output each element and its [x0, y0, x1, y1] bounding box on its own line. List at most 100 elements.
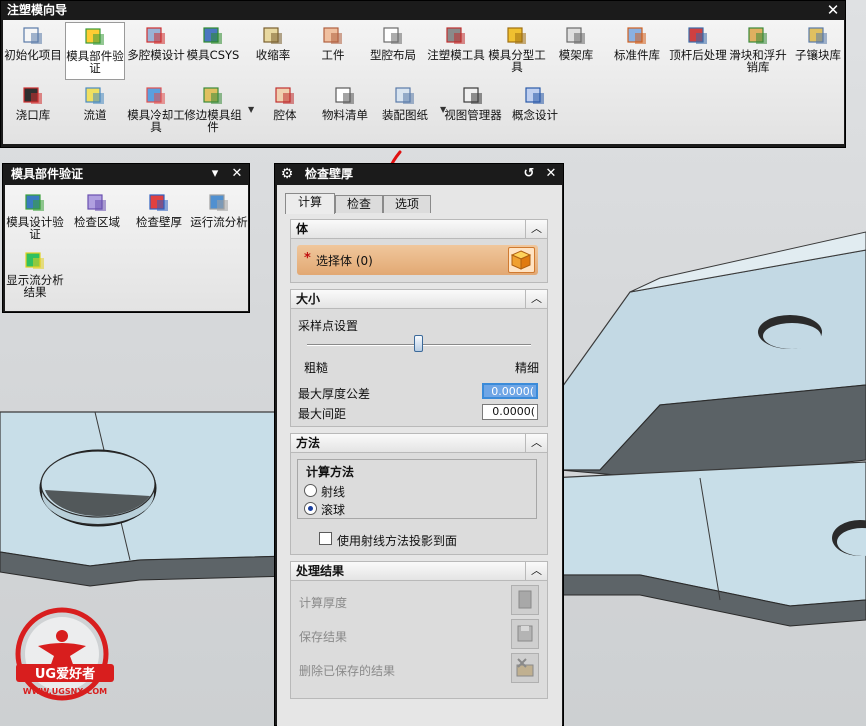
- toolbar-button-bill-of-material[interactable]: 物料清单: [315, 82, 375, 140]
- select-body-button[interactable]: [508, 247, 535, 273]
- save-results-label: 保存结果: [299, 630, 348, 644]
- dialog-title: 检查壁厚: [305, 167, 354, 181]
- calc-method-title: 计算方法: [306, 465, 355, 479]
- calc-thickness-row: 计算厚度: [297, 585, 541, 617]
- radio-rolling-ball-label: 滚球: [321, 503, 346, 517]
- panel-area: 模具设计验证 检查区域 检查壁厚 运行流分析 显示流分析结果: [5, 185, 248, 311]
- use-ray-projection-label: 使用射线方法投影到面: [337, 534, 458, 548]
- toolbar-button-label: 顶杆后处理: [669, 48, 727, 62]
- calc-method-group: 计算方法 射线 滚球: [297, 459, 537, 519]
- toolbar-button-gate-library[interactable]: 浇口库: [3, 82, 63, 140]
- use-ray-projection-checkbox[interactable]: [319, 532, 332, 545]
- assembly-drawing-icon: [395, 87, 414, 104]
- toolbar-button-mold-tools[interactable]: 注塑模工具: [426, 22, 486, 80]
- close-icon[interactable]: ✕: [229, 166, 245, 182]
- toolbar-button-label: 标准件库: [614, 48, 660, 62]
- toolbar-button-mold-csys[interactable]: 模具CSYS: [183, 22, 243, 80]
- select-body-bar[interactable]: * 选择体 (0): [297, 245, 538, 275]
- run-flow-analysis-icon: [209, 194, 228, 211]
- pocket-icon: [275, 87, 294, 104]
- ugsnx-logo: UG爱好者 WWW.UGSNX.COM: [8, 600, 136, 718]
- section-body-header[interactable]: 体 ︿: [290, 219, 548, 239]
- tab-options[interactable]: 选项: [383, 195, 431, 213]
- toolbar-button-slider-lifter[interactable]: 滑块和浮升销库: [728, 22, 788, 80]
- menu-icon[interactable]: ▾: [207, 166, 223, 182]
- toolbar-button-multi-cavity[interactable]: 多腔模设计: [126, 22, 186, 80]
- section-results-header[interactable]: 处理结果 ︿: [290, 561, 548, 581]
- toolbar-button-assembly-drawing[interactable]: 装配图纸: [375, 82, 435, 140]
- calc-thickness-label: 计算厚度: [299, 596, 348, 610]
- sampling-label: 采样点设置: [298, 319, 359, 333]
- section-body-content: * 选择体 (0): [290, 239, 548, 283]
- sampling-slider-thumb[interactable]: [414, 335, 423, 352]
- toolbar-button-label: 装配图纸: [382, 108, 428, 122]
- tab-calculate[interactable]: 计算: [285, 193, 335, 214]
- toolbar-button-cooling-tools[interactable]: 模具冷却工具: [126, 82, 186, 140]
- collapse-icon[interactable]: ︿: [525, 561, 547, 581]
- toolbar-button-label: 模具CSYS: [186, 48, 240, 62]
- toolbar-button-workpiece[interactable]: 工件: [303, 22, 363, 80]
- dropdown-arrow-icon[interactable]: ▼: [248, 105, 254, 114]
- mold-part-validation-icon: [85, 28, 104, 45]
- collapse-icon[interactable]: ︿: [525, 219, 547, 239]
- max-gap-input[interactable]: 0.0000(: [482, 404, 538, 420]
- close-icon[interactable]: ✕: [825, 2, 841, 18]
- toolbar-button-trim-mold-components[interactable]: 修边模具组件: [183, 82, 243, 140]
- concept-design-icon: [525, 87, 544, 104]
- collapse-icon[interactable]: ︿: [525, 289, 547, 309]
- radio-ray[interactable]: [304, 484, 317, 497]
- toolbar-button-label: 模具冷却工具: [127, 108, 185, 134]
- reset-icon[interactable]: ↺: [521, 166, 537, 182]
- toolbar-button-label: 模具部件验证: [66, 49, 124, 75]
- toolbar-button-standard-parts[interactable]: 标准件库: [607, 22, 667, 80]
- toolbar-button-view-manager[interactable]: 视图管理器: [443, 82, 503, 140]
- delete-saved-button[interactable]: [511, 653, 539, 683]
- toolbar-button-label: 浇口库: [15, 108, 51, 122]
- toolbar-button-label: 物料清单: [322, 108, 368, 122]
- mold-design-validation-icon: [25, 194, 44, 211]
- panel-button-show-flow-results[interactable]: 显示流分析结果: [5, 247, 65, 305]
- view-manager-icon: [463, 87, 482, 104]
- tab-check[interactable]: 检查: [335, 195, 383, 213]
- select-body-label: 选择体 (0): [316, 254, 373, 268]
- calc-thickness-button[interactable]: [511, 585, 539, 615]
- multi-cavity-icon: [146, 27, 165, 44]
- panel-button-check-wall-thickness[interactable]: 检查壁厚: [129, 189, 189, 247]
- toolbar-button-label: 型腔布局: [370, 48, 416, 62]
- save-results-button[interactable]: [511, 619, 539, 649]
- collapse-icon[interactable]: ︿: [525, 433, 547, 453]
- runner-icon: [85, 87, 104, 104]
- section-method-header[interactable]: 方法 ︿: [290, 433, 548, 453]
- toolbar-button-cavity-layout[interactable]: 型腔布局: [363, 22, 423, 80]
- fine-label: 精细: [515, 361, 540, 375]
- toolbar-button-parting-tools[interactable]: 模具分型工具: [487, 22, 547, 80]
- parting-tools-icon: [507, 27, 526, 44]
- toolbar-button-concept-design[interactable]: 概念设计: [505, 82, 565, 140]
- toolbar-button-shrinkage[interactable]: 收缩率: [243, 22, 303, 80]
- close-icon[interactable]: ✕: [543, 166, 559, 182]
- toolbar-button-label: 工件: [321, 48, 345, 62]
- toolbar-button-ejector-pin-post[interactable]: 顶杆后处理: [668, 22, 728, 80]
- section-size-content: 采样点设置 粗糙 精细 最大厚度公差 0.0000( 最大间距 0.0000(: [290, 309, 548, 427]
- toolbar-button-moldbase-library[interactable]: 模架库: [546, 22, 606, 80]
- toolbar-button-sub-insert[interactable]: 子镶块库: [788, 22, 848, 80]
- radio-rolling-ball[interactable]: [304, 502, 317, 515]
- mold-tools-icon: [446, 27, 465, 44]
- toolbar-button-runner[interactable]: 流道: [65, 82, 125, 140]
- toolbar-button-pocket[interactable]: 腔体: [255, 82, 315, 140]
- section-size-header[interactable]: 大小 ︿: [290, 289, 548, 309]
- toolbar-button-mold-part-validation[interactable]: 模具部件验证: [65, 22, 125, 80]
- toolbar-button-init-project[interactable]: 初始化项目: [3, 22, 63, 80]
- toolbar-button-label: 子镶块库: [795, 48, 841, 62]
- panel-button-mold-design-validation[interactable]: 模具设计验证: [5, 189, 65, 247]
- toolbar-button-label: 初始化项目: [4, 48, 62, 62]
- max-thickness-tol-input[interactable]: 0.0000(: [482, 383, 538, 399]
- toolbar-title: 注塑模向导: [1, 1, 845, 19]
- gear-icon[interactable]: ⚙: [279, 166, 295, 182]
- dropdown-arrow-icon[interactable]: ▼: [440, 105, 446, 114]
- panel-button-check-region[interactable]: 检查区域: [67, 189, 127, 247]
- shrinkage-icon: [263, 27, 282, 44]
- coarse-label: 粗糙: [304, 361, 329, 375]
- delete-saved-label: 删除已保存的结果: [299, 664, 396, 678]
- panel-button-run-flow-analysis[interactable]: 运行流分析: [189, 189, 249, 247]
